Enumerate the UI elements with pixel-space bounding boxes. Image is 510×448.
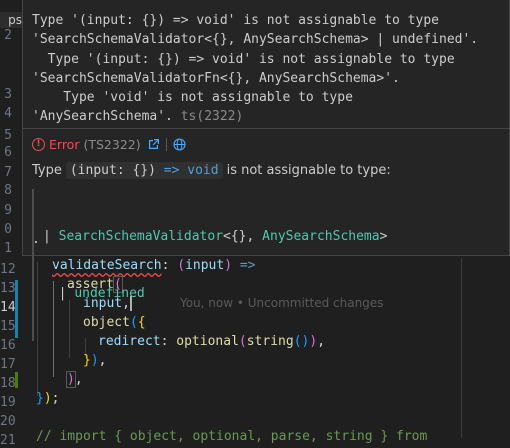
divider bbox=[165, 137, 167, 151]
type-param: (input: {}) bbox=[69, 163, 156, 178]
code-line-21[interactable]: // import { object, optional, parse, str… bbox=[36, 427, 427, 446]
line-number: 4 bbox=[4, 106, 12, 121]
type-name: AnySearchSchema bbox=[262, 229, 380, 244]
tab-label: ps bbox=[8, 13, 22, 27]
line-number: 2 bbox=[4, 28, 12, 43]
union-pipe: | bbox=[58, 286, 75, 301]
line-number: 5 bbox=[4, 128, 12, 143]
semicolon: ; bbox=[51, 391, 60, 406]
code-line-19[interactable]: }); bbox=[36, 389, 59, 408]
code-line-18[interactable]: ), bbox=[66, 370, 83, 389]
error-code: (TS2322) bbox=[83, 136, 141, 152]
line-number: 8 bbox=[4, 183, 12, 198]
type-arrow: => bbox=[163, 163, 180, 178]
error-message-line: 'AnySearchSchema'. bbox=[32, 109, 173, 125]
type-generic: > bbox=[379, 229, 388, 244]
line-number: 7 bbox=[4, 165, 12, 180]
error-message: Type '(input: {}) => void' is not assign… bbox=[32, 11, 478, 127]
error-message-line: Type '(input: {}) => void' is not assign… bbox=[32, 51, 455, 67]
union-pipe: | bbox=[43, 229, 59, 244]
error-message-line: 'SearchSchemaValidator<{}, AnySearchSche… bbox=[32, 32, 479, 48]
line-number: 6 bbox=[4, 145, 12, 160]
type-generic: <{}, bbox=[223, 229, 263, 244]
comma: , bbox=[74, 372, 83, 387]
error-icon: ! bbox=[32, 137, 45, 151]
line-number: 20 bbox=[0, 414, 16, 429]
paren-matched: ) bbox=[66, 371, 76, 388]
error-source: ts(2322) bbox=[180, 109, 244, 125]
error-hover-widget[interactable]: Type '(input: {}) => void' is not assign… bbox=[22, 0, 510, 341]
paren: ) bbox=[90, 353, 99, 368]
union-type-block: | SearchSchemaValidator<{}, AnySearchSch… bbox=[32, 189, 387, 341]
comment: // import { object, optional, parse, str… bbox=[36, 429, 428, 444]
error-message-line: Type 'void' is not assignable to type bbox=[32, 90, 353, 106]
brace: } bbox=[83, 353, 91, 368]
line-number-active: 14 bbox=[0, 300, 16, 315]
line-number: 15 bbox=[0, 319, 16, 334]
globe-icon[interactable] bbox=[173, 137, 186, 151]
line-number: 9 bbox=[4, 203, 12, 218]
line-number: 17 bbox=[0, 357, 16, 372]
open-external-icon[interactable] bbox=[147, 138, 160, 151]
line-number: 13 bbox=[0, 281, 16, 296]
inline-type: (input: {}) => void bbox=[65, 162, 223, 179]
pretty-error-text: Type bbox=[32, 163, 62, 178]
error-message-line: 'SearchSchemaValidatorFn<{}, AnySearchSc… bbox=[32, 70, 400, 86]
error-label: Error bbox=[49, 136, 80, 152]
line-number-gutter: 12 13 14 15 16 17 18 19 20 21 2 3 4 5 6 … bbox=[0, 0, 20, 448]
comma: , bbox=[98, 353, 107, 368]
line-number: 0 bbox=[4, 222, 12, 237]
trailing-dot: . bbox=[32, 232, 40, 247]
code-line-17[interactable]: }), bbox=[83, 351, 106, 370]
line-number: 21 bbox=[0, 433, 16, 448]
line-number: 18 bbox=[0, 376, 16, 391]
line-number: 16 bbox=[0, 338, 16, 353]
line-number: 12 bbox=[0, 262, 16, 277]
line-number: 1 bbox=[4, 241, 12, 256]
pretty-error-text: is not assignable to type: bbox=[226, 163, 391, 178]
type-name: SearchSchemaValidator bbox=[58, 229, 224, 244]
error-message-line: Type '(input: {}) => void' is not assign… bbox=[32, 13, 439, 28]
added-line-indicator[interactable] bbox=[15, 372, 18, 388]
line-number: 3 bbox=[4, 87, 12, 102]
brace: } bbox=[36, 391, 44, 406]
pretty-error: Type (input: {}) => void is not assignab… bbox=[32, 162, 391, 179]
divider bbox=[23, 128, 509, 129]
editor-tab-fragment[interactable]: ps bbox=[0, 12, 22, 28]
paren: ) bbox=[43, 391, 52, 406]
type-void: void bbox=[187, 163, 219, 178]
error-header: ! Error (TS2322) bbox=[32, 135, 186, 153]
editor-ruler bbox=[461, 258, 462, 438]
line-number: 19 bbox=[0, 395, 16, 410]
modified-line-indicator[interactable] bbox=[15, 280, 18, 338]
type-undefined: undefined bbox=[74, 286, 145, 301]
